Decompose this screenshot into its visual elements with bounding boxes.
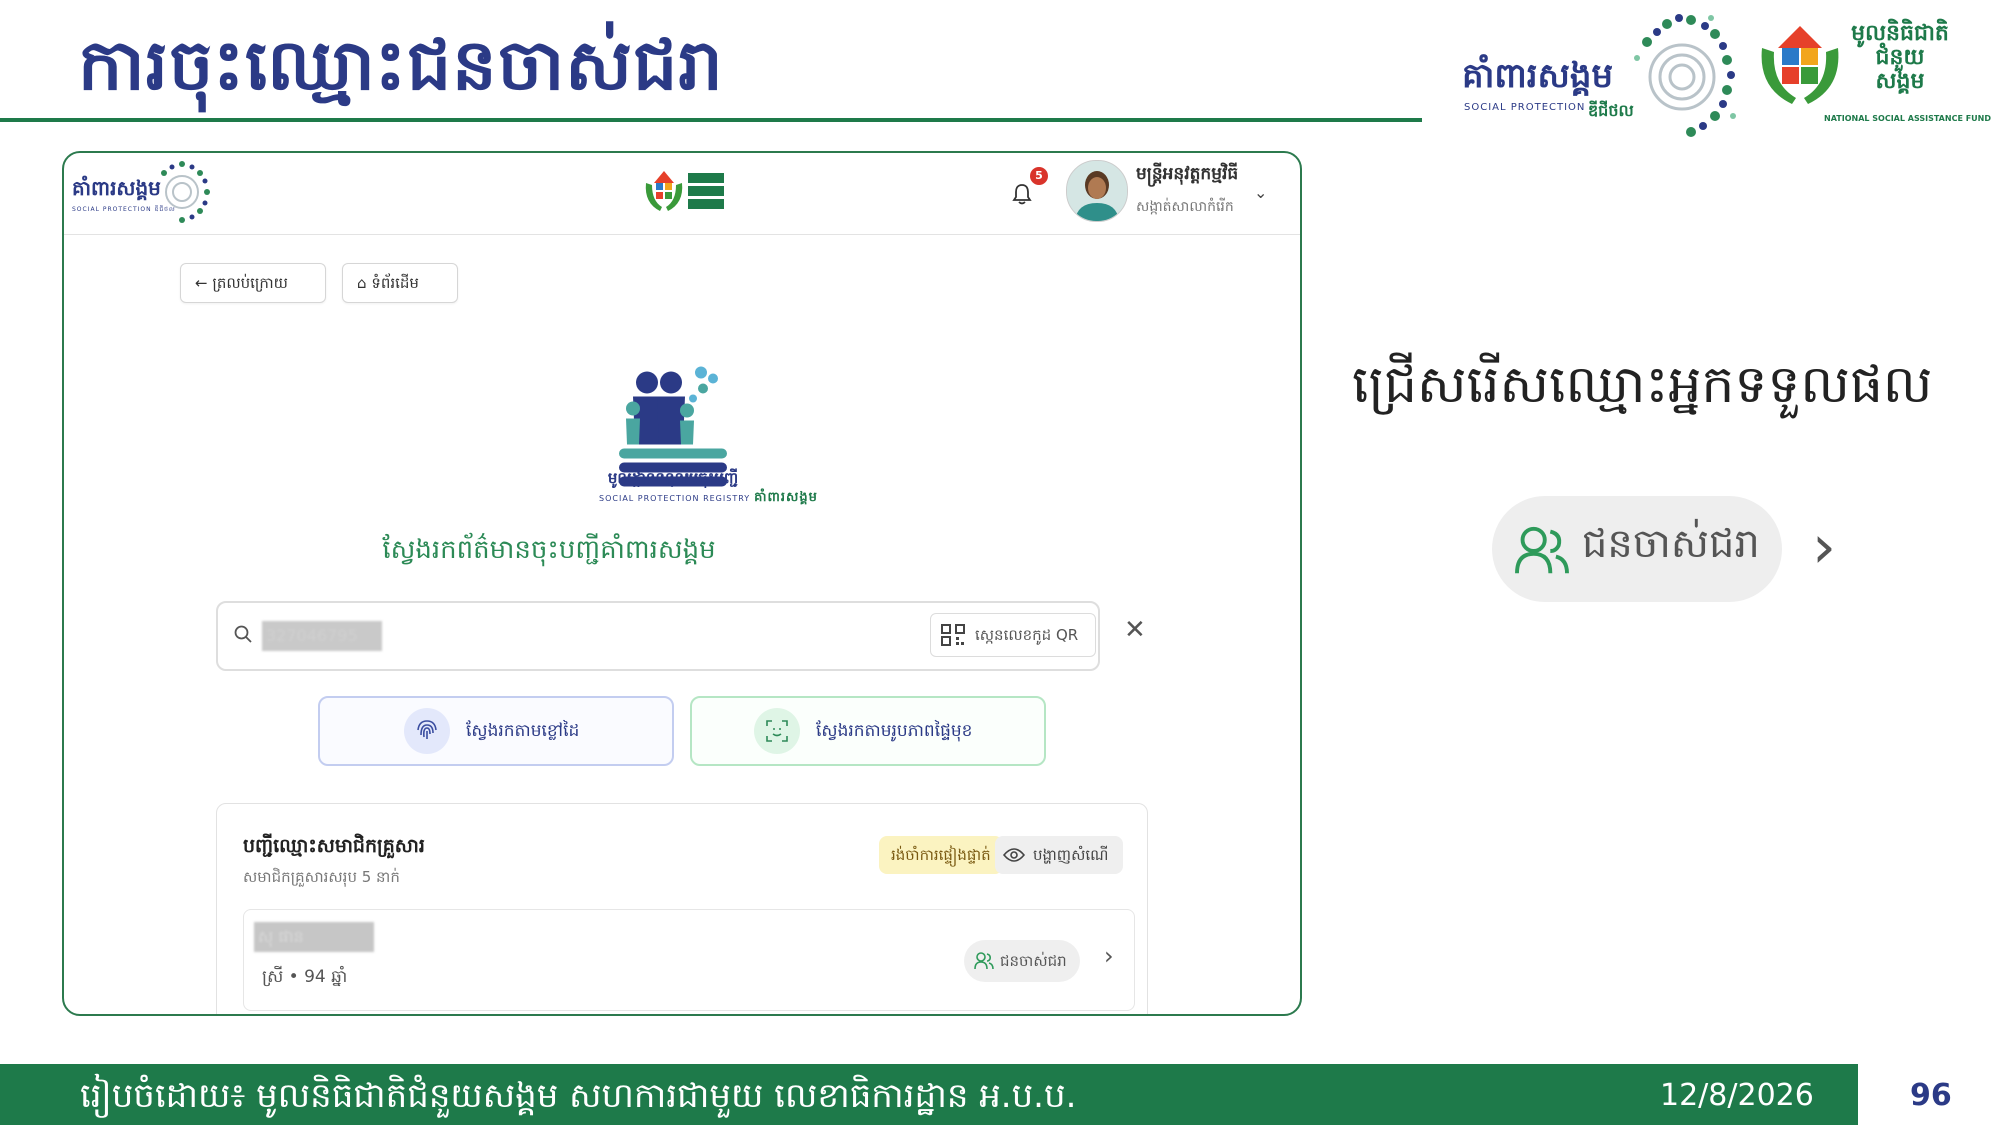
family-list-title: បញ្ជីឈ្មោះសមាជិកគ្រួសារ bbox=[243, 835, 425, 857]
fingerprint-logo-icon bbox=[161, 161, 210, 223]
fingerprint-icon bbox=[417, 720, 437, 739]
user-role: សង្កាត់សាលាកំរើក bbox=[1136, 199, 1234, 215]
users-icon bbox=[1515, 526, 1569, 574]
elderly-tag: ជនចាស់ជរា bbox=[964, 940, 1080, 982]
search-value-redacted[interactable]: 327046795 bbox=[262, 621, 382, 651]
search-icon bbox=[234, 625, 252, 643]
notification-badge: 5 bbox=[1030, 167, 1048, 185]
registry-sub-kh: គាំពារសង្គម bbox=[754, 490, 818, 505]
show-request-button[interactable]: បង្ហាញសំណើ bbox=[995, 836, 1123, 874]
elderly-tag-label: ជនចាស់ជរា bbox=[1000, 952, 1067, 970]
family-member-count: សមាជិកគ្រួសារសរុប 5 នាក់ bbox=[243, 868, 400, 886]
nsaf-app-logo-icon bbox=[645, 171, 724, 211]
nsaf-logo-en: NATIONAL SOCIAL ASSISTANCE FUND bbox=[1824, 114, 1991, 123]
fingerprint-leaves-icon bbox=[1634, 14, 1736, 137]
face-search-label: ស្វែងរកតាមរូបភាពផ្ទៃមុខ bbox=[816, 721, 973, 741]
bell-icon[interactable] bbox=[1012, 183, 1032, 205]
elderly-tag-callout-label: ជនចាស់ជរា bbox=[1582, 521, 1760, 567]
search-input[interactable]: 327046795 ស្កេនលេខកូដ QR bbox=[216, 601, 1100, 671]
chevron-right-icon: › bbox=[1812, 512, 1836, 582]
scan-qr-button[interactable]: ស្កេនលេខកូដ QR bbox=[930, 613, 1096, 657]
hands-house-icon bbox=[1761, 26, 1839, 104]
elderly-tag-callout: ជនចាស់ជរា bbox=[1492, 496, 1782, 602]
registry-caption: មូលដ្ឋានទិន្នន័យចុះបញ្ជី bbox=[607, 469, 739, 487]
registry-sub-en: SOCIAL PROTECTION REGISTRY bbox=[599, 494, 751, 503]
footer-date: 12/8/2026 bbox=[1660, 1078, 1814, 1113]
footer-credit: រៀបចំដោយ៖ មូលនិធិជាតិជំនួយសង្គម សហការជាម… bbox=[80, 1076, 1077, 1116]
avatar[interactable] bbox=[1066, 160, 1128, 222]
home-button-label: ទំព័រដើម bbox=[371, 274, 419, 292]
chevron-right-icon[interactable]: › bbox=[1104, 942, 1114, 970]
back-button[interactable]: ← ត្រលប់ក្រោយ bbox=[180, 263, 326, 303]
fingerprint-search-label: ស្វែងរកតាមខ្លៅដៃ bbox=[466, 721, 580, 741]
arrow-left-icon: ← bbox=[195, 274, 208, 292]
home-icon: ⌂ bbox=[357, 274, 367, 292]
sp-logo-sub: SOCIAL PROTECTION bbox=[1464, 102, 1586, 113]
users-icon bbox=[974, 952, 994, 970]
member-info: ស្រី • 94 ឆ្នាំ bbox=[262, 967, 348, 987]
sp-logo-name: គាំពារសង្គម bbox=[1462, 56, 1614, 96]
user-avatar-icon bbox=[1067, 161, 1127, 221]
title-divider bbox=[0, 118, 1422, 122]
search-heading: ស្វែងរកព័ត៌មានចុះបញ្ជីគាំពារសង្គម bbox=[382, 535, 716, 565]
fingerprint-icon-circle bbox=[404, 708, 450, 754]
nsaf-logo-name: មូលនិធិជាតិ ជំនួយ សង្គម bbox=[1851, 21, 1949, 94]
app-logo-left-name: គាំពារសង្គម bbox=[72, 176, 161, 200]
scan-qr-label: ស្កេនលេខកូដ QR bbox=[975, 626, 1079, 644]
slide-title: ការចុះឈ្មោះជនចាស់ជរា bbox=[78, 24, 724, 106]
list-item[interactable]: សុ ផាន ស្រី • 94 ឆ្នាំ ជនចាស់ជរា › bbox=[243, 909, 1135, 1011]
face-scan-icon-circle bbox=[754, 708, 800, 754]
clear-search-icon[interactable]: ✕ bbox=[1124, 615, 1146, 645]
nsaf-logo: មូលនិធិជាតិ ជំនួយ សង្គម NATIONAL SOCIAL … bbox=[1752, 18, 1991, 130]
instruction-text: ជ្រើសរើសឈ្មោះអ្នកទទួលផល bbox=[1352, 355, 1933, 415]
face-search-button[interactable]: ស្វែងរកតាមរូបភាពផ្ទៃមុខ bbox=[690, 696, 1046, 766]
social-protection-logo: គាំពារសង្គម SOCIAL PROTECTION ឌីជីថល bbox=[1462, 12, 1736, 142]
face-scan-icon bbox=[766, 720, 788, 742]
back-button-label: ត្រលប់ក្រោយ bbox=[212, 274, 288, 292]
home-button[interactable]: ⌂ ទំព័រដើម bbox=[342, 263, 458, 303]
family-members-card: បញ្ជីឈ្មោះសមាជិកគ្រួសារ សមាជិកគ្រួសារសរុ… bbox=[216, 803, 1148, 1014]
app-header: គាំពារសង្គម SOCIAL PROTECTION ឌីជីថល 5 ម… bbox=[64, 153, 1300, 235]
eye-icon bbox=[1003, 848, 1025, 862]
page-number: 96 bbox=[1910, 1078, 1952, 1113]
qr-code-icon bbox=[941, 624, 965, 646]
show-request-label: បង្ហាញសំណើ bbox=[1033, 846, 1109, 864]
chevron-down-icon[interactable]: ⌄ bbox=[1254, 183, 1267, 202]
member-name-redacted: សុ ផាន bbox=[254, 922, 374, 952]
footer-bar: រៀបចំដោយ៖ មូលនិធិជាតិជំនួយសង្គម សហការជាម… bbox=[0, 1064, 1858, 1125]
status-badge: រង់ចាំការផ្ទៀងផ្ទាត់ bbox=[879, 836, 1003, 874]
app-screenshot-panel: គាំពារសង្គម SOCIAL PROTECTION ឌីជីថល 5 ម… bbox=[62, 151, 1302, 1016]
user-name[interactable]: មន្ត្រីអនុវត្តកម្មវិធី bbox=[1136, 163, 1238, 188]
registry-sub: SOCIAL PROTECTION REGISTRY គាំពារសង្គម bbox=[599, 489, 818, 508]
fingerprint-search-button[interactable]: ស្វែងរកតាមខ្លៅដៃ bbox=[318, 696, 674, 766]
